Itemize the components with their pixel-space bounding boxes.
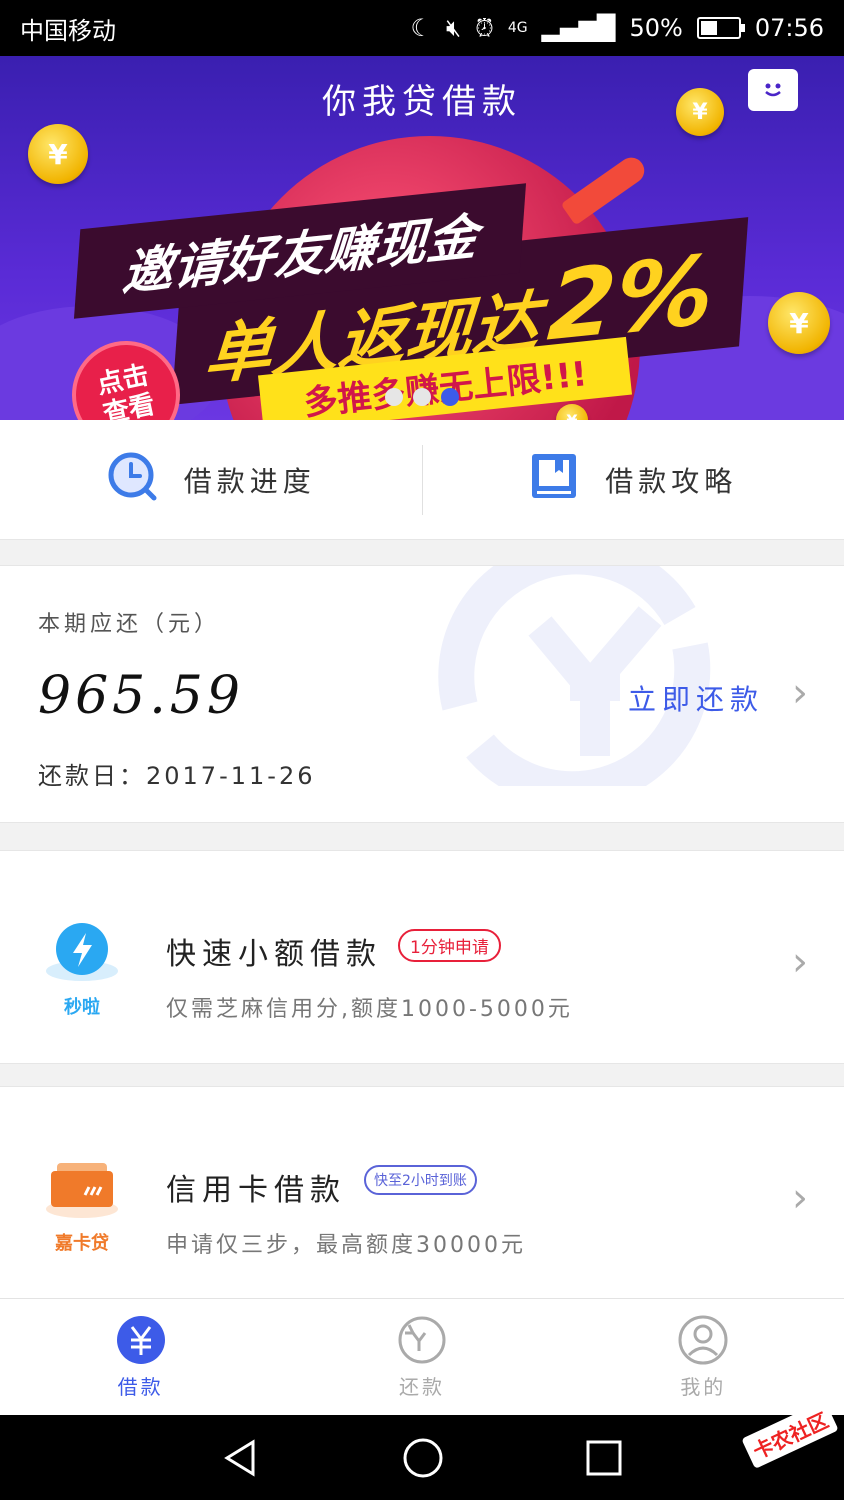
home-icon[interactable] [402, 1437, 444, 1479]
promo-banner[interactable]: 你我贷借款 ¥ ¥ ¥ ¥ 单人返现达 2% 邀请好友赚现金 多推多赚无上限!!!… [0, 56, 844, 420]
product-credit-card-loan[interactable]: 嘉卡贷 信用卡借款 快至2小时到账 申请仅三步，最高额度30000元 › [0, 1086, 844, 1300]
carousel-dot[interactable] [413, 388, 431, 406]
product-tag: 1分钟申请 [398, 929, 501, 962]
chat-icon[interactable] [748, 69, 798, 111]
chevron-right-icon[interactable]: › [792, 1175, 808, 1221]
coin-icon: ¥ [768, 292, 830, 354]
product-name: 信用卡借款 [166, 1173, 346, 1208]
moon-icon: ☾ [410, 14, 433, 42]
repay-watermark-icon [438, 566, 711, 786]
yuan-icon [116, 1315, 165, 1364]
loan-guide-link[interactable]: 借款攻略 [423, 420, 844, 539]
repayment-card[interactable]: 本期应还（元） 965.59 还款日：2017-11-26 立即还款 › [0, 565, 844, 823]
system-nav-bar [0, 1415, 844, 1500]
tab-mine[interactable]: 我的 [563, 1299, 844, 1415]
tab-loan[interactable]: 借款 [0, 1299, 281, 1415]
book-icon [529, 451, 579, 508]
status-icons: ☾ 🔇︎ ⏰︎ 4G ▂▄▆█ 50% 07:56 [411, 14, 824, 42]
alarm-icon: ⏰︎ [475, 14, 494, 42]
repay-icon [398, 1316, 446, 1363]
product-name: 快速小额借款 [166, 937, 382, 972]
repay-amount-label: 本期应还（元） [38, 612, 221, 637]
product-desc: 仅需芝麻信用分,额度1000-5000元 [166, 997, 573, 1022]
user-icon [678, 1315, 728, 1364]
lightning-icon [46, 923, 118, 981]
bottom-tabbar: 借款 还款 我的 [0, 1298, 844, 1415]
status-bar: 中国移动 ☾ 🔇︎ ⏰︎ 4G ▂▄▆█ 50% 07:56 [0, 0, 844, 56]
repay-now-button[interactable]: 立即还款 [628, 678, 764, 718]
repay-date-value: 2017-11-26 [146, 762, 316, 790]
clock-icon [106, 450, 158, 509]
product-desc: 申请仅三步，最高额度30000元 [166, 1233, 526, 1258]
tab-repay[interactable]: 还款 [281, 1299, 562, 1415]
repay-date: 还款日：2017-11-26 [38, 756, 315, 791]
product-logo-text: 嘉卡贷 [55, 1233, 109, 1254]
credit-card-icon [46, 1163, 118, 1218]
tab-repay-label: 还款 [398, 1374, 445, 1399]
repay-date-label: 还款日： [38, 762, 146, 790]
rocket-icon [560, 152, 650, 226]
repay-amount: 965.59 [38, 666, 244, 726]
signal-icon: ▂▄▆█ [541, 14, 616, 42]
product-logo: 秒啦 [42, 921, 122, 1019]
chevron-right-icon[interactable]: › [792, 939, 808, 985]
carrier-label: 中国移动 [20, 16, 116, 45]
recents-icon[interactable] [585, 1439, 623, 1477]
clock-time: 07:56 [754, 14, 824, 42]
chevron-right-icon[interactable]: › [792, 670, 808, 716]
quick-links: 借款进度 借款攻略 [0, 420, 844, 540]
product-quick-loan[interactable]: 秒啦 快速小额借款 1分钟申请 仅需芝麻信用分,额度1000-5000元 › [0, 850, 844, 1064]
carousel-dot-active[interactable] [441, 388, 459, 406]
carousel-dot[interactable] [385, 388, 403, 406]
battery-percent: 50% [629, 14, 683, 42]
coin-icon: ¥ [28, 124, 88, 184]
loan-guide-label: 借款攻略 [605, 464, 738, 498]
tab-loan-label: 借款 [117, 1374, 164, 1399]
loan-progress-label: 借款进度 [183, 464, 316, 498]
product-logo: 嘉卡贷 [42, 1157, 122, 1255]
carousel-dots [0, 388, 844, 406]
network-label: 4G [507, 20, 528, 36]
coin-icon: ¥ [676, 88, 724, 136]
product-logo-text: 秒啦 [64, 997, 100, 1018]
loan-progress-link[interactable]: 借款进度 [0, 420, 422, 539]
battery-icon [696, 17, 745, 39]
tab-mine-label: 我的 [680, 1374, 727, 1399]
back-icon[interactable] [221, 1438, 261, 1478]
product-tag: 快至2小时到账 [364, 1165, 477, 1195]
mute-icon: 🔇︎ [446, 14, 462, 42]
